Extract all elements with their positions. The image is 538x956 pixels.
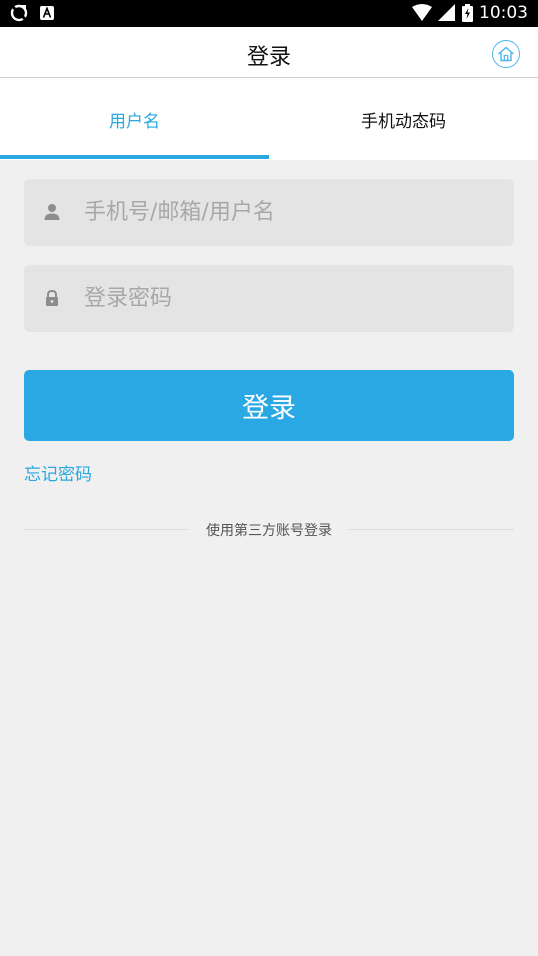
third-party-login-label: 使用第三方账号登录 — [206, 523, 332, 539]
wifi-icon — [412, 4, 432, 21]
status-time: 10:03 — [479, 3, 528, 23]
sync-icon — [10, 4, 28, 22]
login-button-label: 登录 — [242, 393, 296, 424]
password-field[interactable] — [24, 265, 514, 332]
active-tab-indicator — [0, 155, 269, 159]
login-tabs: 用户名 手机动态码 — [0, 78, 538, 160]
home-button[interactable] — [492, 40, 520, 68]
username-input[interactable] — [84, 179, 494, 246]
forgot-password-link[interactable]: 忘记密码 — [24, 460, 92, 485]
lock-icon — [46, 289, 58, 306]
login-button[interactable]: 登录 — [24, 370, 514, 441]
divider-line-right — [349, 529, 514, 530]
password-input[interactable] — [84, 265, 494, 332]
username-field[interactable] — [24, 179, 514, 246]
signal-icon — [438, 4, 455, 21]
status-bar: 10:03 — [0, 0, 538, 27]
app-bar: 登录 — [0, 27, 538, 78]
a-badge-icon — [40, 6, 54, 20]
page-title: 登录 — [246, 45, 291, 70]
battery-charging-icon — [462, 4, 473, 22]
user-icon — [44, 204, 60, 220]
home-icon — [498, 46, 514, 62]
tab-username[interactable]: 用户名 — [0, 78, 269, 160]
tab-phone-code-label: 手机动态码 — [361, 111, 446, 132]
tab-phone-code[interactable]: 手机动态码 — [269, 78, 538, 160]
tab-username-label: 用户名 — [109, 111, 160, 132]
third-party-login-divider: 使用第三方账号登录 — [24, 518, 514, 540]
